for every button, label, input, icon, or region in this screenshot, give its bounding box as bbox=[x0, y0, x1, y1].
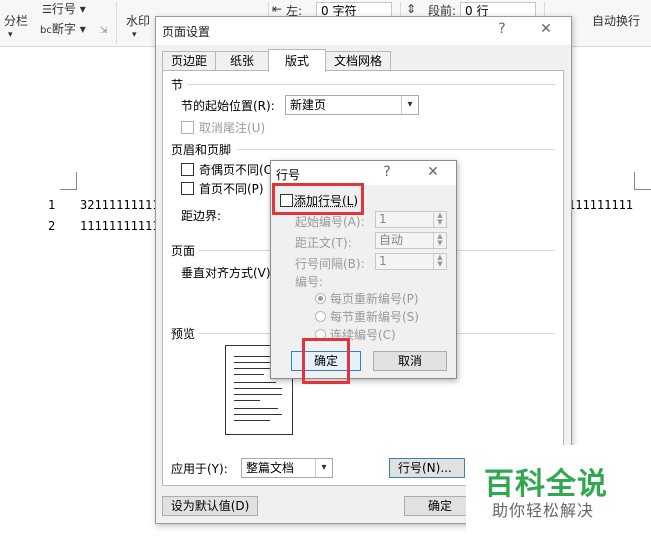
close-button[interactable]: ✕ bbox=[423, 164, 443, 180]
section-start-label: 节的起始位置(R): bbox=[181, 99, 275, 113]
from-text-input[interactable]: 自动 ▲ ▼ bbox=[375, 232, 447, 249]
restart-each-page-label: 每页重新编号(P) bbox=[330, 292, 419, 306]
highlight-ok-button bbox=[302, 338, 350, 384]
first-page-label: 首页不同(P) bbox=[199, 182, 264, 196]
apply-to-select[interactable]: 整篇文档 ▾ bbox=[241, 458, 333, 478]
restart-each-section-label: 每节重新编号(S) bbox=[330, 310, 419, 324]
start-at-input[interactable]: 1 ▲ ▼ bbox=[375, 211, 447, 228]
suppress-endnotes-checkbox[interactable] bbox=[181, 121, 194, 134]
hyphenation-button[interactable]: bc断字 ▾ bbox=[40, 20, 86, 37]
preview-heading: 预览 bbox=[171, 327, 196, 341]
header-footer-heading: 页眉和页脚 bbox=[171, 143, 232, 157]
dialog-launcher-icon[interactable]: ⇲ bbox=[100, 26, 108, 36]
dialog-title-bar: 页面设置 ? ✕ bbox=[156, 17, 571, 45]
spinner-icon: ▲ ▼ bbox=[433, 254, 446, 269]
section-start-select[interactable]: 新建页 ▾ bbox=[285, 95, 419, 115]
count-by-label: 行号间隔(B): bbox=[295, 257, 365, 271]
apply-to-label: 应用于(Y): bbox=[171, 462, 228, 476]
help-button[interactable]: ? bbox=[377, 164, 397, 180]
chevron-down-icon[interactable]: ▾ bbox=[8, 30, 13, 40]
indent-left-icon: ⇤ bbox=[272, 2, 283, 16]
margin-mark bbox=[634, 189, 651, 190]
numbering-label: 编号: bbox=[295, 275, 324, 289]
from-text-label: 距正文(T): bbox=[295, 236, 352, 250]
divider bbox=[187, 84, 555, 85]
highlight-add-line-numbers bbox=[272, 183, 364, 215]
dialog-title-bar: 行号 ? ✕ bbox=[271, 161, 456, 185]
spinner-icon: ▲ ▼ bbox=[433, 212, 446, 227]
close-button[interactable]: ✕ bbox=[536, 21, 556, 37]
line-numbers-cancel-button[interactable]: 取消 bbox=[373, 351, 447, 371]
watermark: 百科全说 助你轻松解决 bbox=[466, 445, 651, 549]
line-numbers-icon: ☰ bbox=[42, 3, 52, 16]
start-at-label: 起始编号(A): bbox=[295, 215, 365, 229]
document-line[interactable]: 11111111111 bbox=[80, 219, 159, 233]
help-button[interactable]: ? bbox=[492, 21, 512, 37]
hyphenation-icon: bc bbox=[40, 25, 52, 36]
page-heading: 页面 bbox=[171, 244, 196, 258]
margin-mark bbox=[60, 189, 77, 190]
line-numbers-button[interactable]: 行号(N)... bbox=[389, 458, 465, 478]
dialog-title: 页面设置 bbox=[162, 25, 211, 39]
odd-even-checkbox[interactable] bbox=[181, 163, 194, 176]
close-icon: ✕ bbox=[427, 164, 439, 180]
chevron-down-icon[interactable]: ▾ bbox=[132, 30, 137, 40]
vertical-align-label: 垂直对齐方式(V) bbox=[181, 266, 271, 280]
auto-wrap-button[interactable]: 自动换行 bbox=[592, 12, 640, 29]
margin-mark bbox=[634, 172, 635, 190]
count-by-input[interactable]: 1 ▲ ▼ bbox=[375, 253, 447, 270]
line-number: 1 bbox=[48, 198, 56, 212]
tab-document-grid[interactable]: 文档网格 bbox=[325, 51, 391, 71]
tab-margins[interactable]: 页边距 bbox=[162, 51, 216, 71]
margin-mark bbox=[76, 172, 77, 190]
line-numbers-ribbon-button[interactable]: ☰行号 ▾ bbox=[42, 0, 86, 17]
chevron-down-icon: ▾ bbox=[401, 96, 418, 114]
tab-paper[interactable]: 纸张 bbox=[215, 51, 269, 71]
document-line[interactable]: 32111111111 bbox=[80, 198, 159, 212]
columns-button[interactable]: 分栏 bbox=[4, 12, 28, 29]
odd-even-label: 奇偶页不同(O) bbox=[199, 163, 278, 177]
chevron-down-icon: ▾ bbox=[315, 459, 332, 477]
restart-each-section-radio[interactable] bbox=[315, 311, 326, 322]
close-icon: ✕ bbox=[540, 21, 552, 37]
watermark-button[interactable]: 水印 bbox=[126, 12, 150, 29]
spacing-before-icon: ⇕ bbox=[406, 2, 417, 16]
ribbon-separator bbox=[116, 2, 117, 44]
dialog-title: 行号 bbox=[276, 168, 301, 182]
divider bbox=[237, 149, 555, 150]
suppress-endnotes-label: 取消尾注(U) bbox=[199, 121, 266, 135]
tab-layout[interactable]: 版式 bbox=[268, 49, 326, 72]
section-heading: 节 bbox=[171, 78, 184, 92]
set-default-button[interactable]: 设为默认值(D) bbox=[162, 496, 258, 516]
document-line-tail[interactable]: 111111111 bbox=[568, 198, 633, 212]
watermark-subtitle: 助你轻松解决 bbox=[492, 501, 595, 520]
line-number: 2 bbox=[48, 219, 56, 233]
spinner-icon: ▲ ▼ bbox=[433, 233, 446, 248]
first-page-checkbox[interactable] bbox=[181, 182, 194, 195]
restart-each-page-radio[interactable] bbox=[315, 293, 326, 304]
from-edge-label: 距边界: bbox=[181, 209, 222, 223]
